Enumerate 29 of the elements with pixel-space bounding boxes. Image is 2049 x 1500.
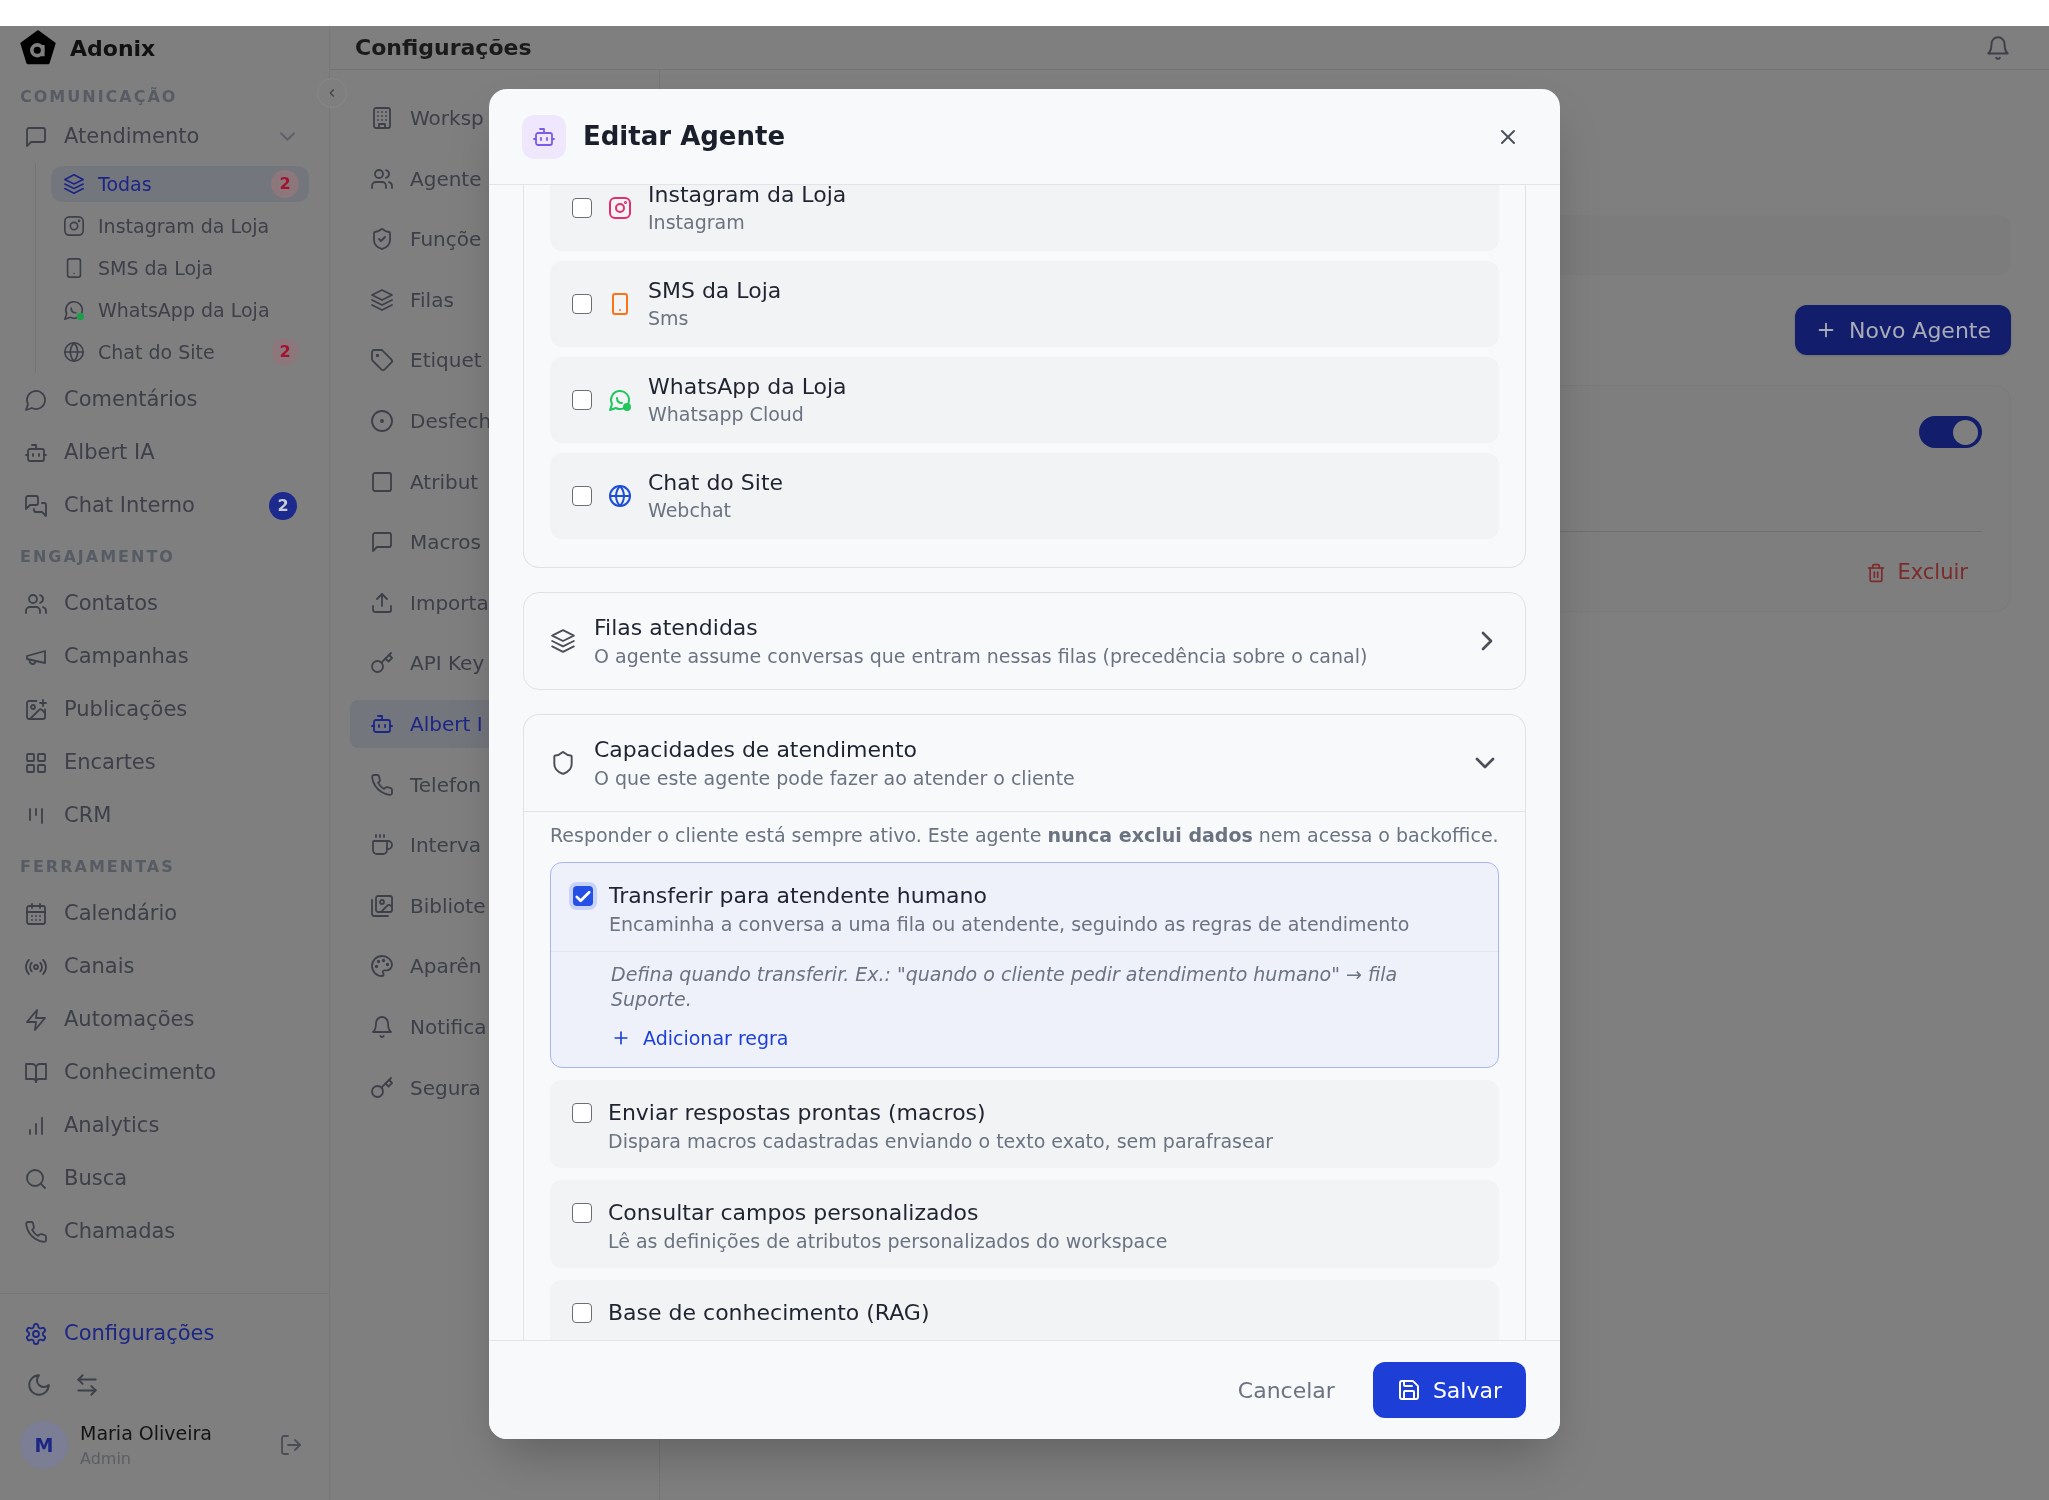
rules-hint: Defina quando transferir. Ex.: "quando o cliente pedir atendimento humano" → fila Suporte.: [611, 962, 1399, 1012]
capability-title: Transferir para atendente humano: [609, 882, 988, 910]
capability-description: Lê as definições de atributos personalizados do workspace: [608, 1228, 1168, 1254]
count-badge: 2: [271, 170, 299, 198]
capability-title: Consultar campos personalizados: [608, 1198, 980, 1227]
count-badge: 2: [269, 491, 297, 520]
channel-type: Instagram: [648, 210, 746, 235]
channel-name: Chat do Site: [648, 469, 784, 497]
channel-type: Sms: [648, 306, 690, 331]
capability-description: Encaminha a conversa a uma fila ou atendente, seguindo as regras de atendimento: [609, 912, 1410, 937]
section-title: Filas atendidas: [594, 614, 759, 642]
user-avatar: M: [20, 1421, 68, 1469]
channel-type: Whatsapp Cloud: [648, 402, 805, 427]
dialog-title: Editar Agente: [583, 120, 786, 153]
page-title: Configurações: [355, 34, 532, 62]
count-badge: 2: [271, 338, 299, 366]
section-subtitle: O que este agente pode fazer ao atender o cliente: [594, 766, 1076, 791]
section-subtitle: O agente assume conversas que entram nessas filas (precedência sobre o canal): [594, 644, 1369, 669]
brand-name: Adonix: [70, 34, 156, 63]
channel-name: Instagram da Loja: [648, 185, 847, 209]
section-title: Capacidades de atendimento: [594, 736, 919, 764]
user-name: Maria Oliveira: [80, 1420, 212, 1446]
capability-description: Dispara macros cadastradas enviando o texto exato, sem parafrasear: [608, 1128, 1274, 1154]
channel-name: SMS da Loja: [648, 277, 782, 305]
channel-name: WhatsApp da Loja: [648, 373, 847, 401]
channel-type: Webchat: [648, 498, 732, 523]
capability-title: Base de conhecimento (RAG): [608, 1298, 930, 1327]
capability-title: Enviar respostas prontas (macros): [608, 1098, 987, 1127]
capabilities-note: Responder o cliente está sempre ativo. Este agente nunca exclui dados nem acessa o backoffice.: [550, 823, 1499, 848]
